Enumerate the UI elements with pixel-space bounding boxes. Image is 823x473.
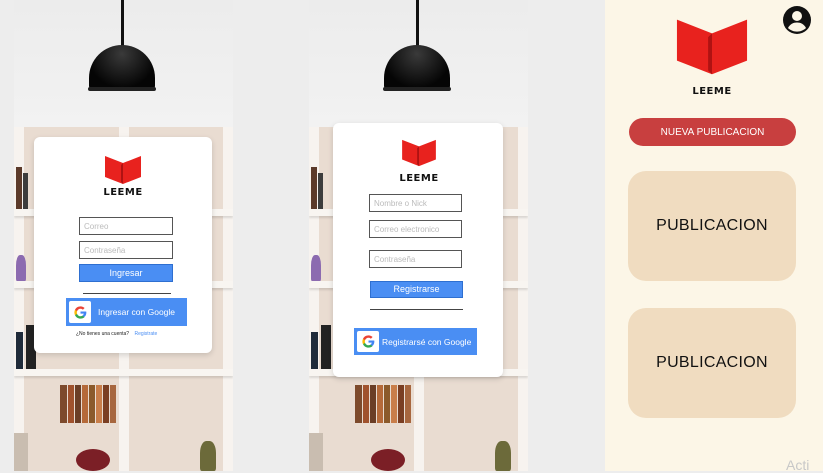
book (68, 385, 74, 423)
book (318, 173, 323, 209)
vase (200, 441, 216, 471)
lamp-cord (416, 0, 419, 48)
book (16, 332, 23, 369)
google-register-label: Registrarsé con Google (382, 336, 472, 347)
divider (83, 293, 171, 294)
divider (370, 309, 463, 310)
post-card[interactable]: PUBLICACION (628, 171, 796, 281)
email-field[interactable]: Correo electronico (369, 220, 462, 238)
book (311, 167, 317, 209)
nick-field[interactable]: Nombre o Nick (369, 194, 462, 212)
book (398, 385, 404, 423)
book (363, 385, 369, 423)
login-card: LEEME Correo Contraseña Ingresar Ingresa… (34, 137, 212, 353)
book (75, 385, 81, 423)
register-button[interactable]: Registrarse (370, 281, 463, 298)
user-circle-icon[interactable] (782, 5, 812, 35)
book (384, 385, 390, 423)
signup-link[interactable]: Registrate (134, 331, 157, 337)
book (377, 385, 383, 423)
book (60, 385, 67, 423)
app-logo-text: LEEME (103, 187, 143, 198)
book (82, 385, 88, 423)
google-register-button[interactable]: Registrarsé con Google (354, 328, 477, 355)
book (321, 325, 331, 369)
vase (495, 441, 511, 471)
lamp-rim (88, 87, 156, 91)
signup-prompt: ¿No tienes una cuenta? Registrate (76, 331, 157, 337)
password-field[interactable]: Contraseña (79, 241, 173, 259)
app-logo-text: LEEME (399, 173, 439, 184)
register-screen: LEEME Nombre o Nick Correo electronico C… (309, 0, 528, 471)
shelf-board (14, 369, 233, 376)
feed-screen: LEEME NUEVA PUBLICACION PUBLICACION PUBL… (605, 0, 823, 471)
login-button[interactable]: Ingresar (79, 264, 173, 282)
login-screen: LEEME Correo Contraseña Ingresar Ingresa… (14, 0, 233, 471)
post-card[interactable]: PUBLICACION (628, 308, 796, 418)
vase (16, 255, 26, 281)
open-book-icon (676, 19, 748, 75)
google-g-icon (69, 301, 91, 323)
google-login-button[interactable]: Ingresar con Google (66, 298, 187, 326)
book (103, 385, 109, 423)
book (89, 385, 95, 423)
book (405, 385, 411, 423)
app-logo-text: LEEME (692, 86, 732, 97)
new-post-button[interactable]: NUEVA PUBLICACION (629, 118, 796, 146)
book (309, 433, 323, 471)
shelf-column (518, 127, 528, 471)
book (23, 173, 28, 209)
open-book-icon (402, 139, 436, 167)
vase (311, 255, 321, 281)
book (14, 433, 28, 471)
book (355, 385, 362, 423)
shelf-column (223, 127, 233, 471)
book (370, 385, 376, 423)
password-field[interactable]: Contraseña (369, 250, 462, 268)
signup-prompt-text: ¿No tienes una cuenta? (76, 331, 130, 337)
book (311, 332, 318, 369)
vase (76, 449, 110, 471)
vase (371, 449, 405, 471)
book (96, 385, 102, 423)
book (391, 385, 397, 423)
book (16, 167, 22, 209)
lamp-cord (121, 0, 124, 48)
google-g-icon (357, 331, 379, 352)
book (110, 385, 116, 423)
email-field[interactable]: Correo (79, 217, 173, 235)
register-card: LEEME Nombre o Nick Correo electronico C… (333, 123, 503, 377)
open-book-icon (105, 156, 141, 184)
lamp-rim (383, 87, 451, 91)
google-login-label: Ingresar con Google (98, 307, 176, 317)
